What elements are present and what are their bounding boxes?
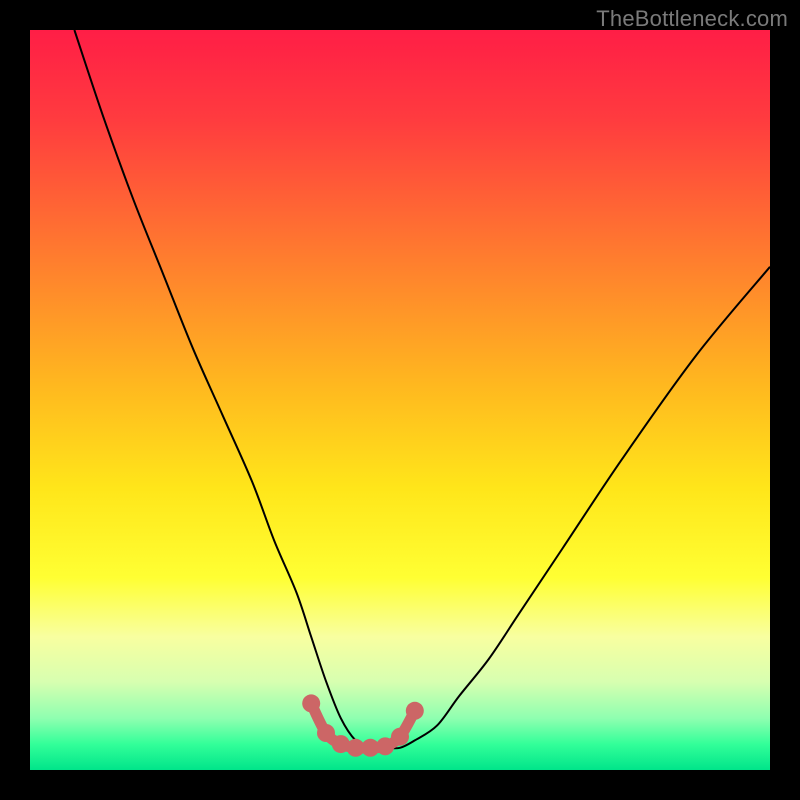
optimal-band-dot	[406, 702, 424, 720]
gradient-background	[30, 30, 770, 770]
outer-black-frame: TheBottleneck.com	[0, 0, 800, 800]
chart-plot-area	[30, 30, 770, 770]
optimal-band-dot	[376, 737, 394, 755]
watermark-text: TheBottleneck.com	[596, 6, 788, 32]
optimal-band-dot	[302, 694, 320, 712]
optimal-band-dot	[391, 728, 409, 746]
optimal-band-dot	[317, 724, 335, 742]
chart-svg	[30, 30, 770, 770]
